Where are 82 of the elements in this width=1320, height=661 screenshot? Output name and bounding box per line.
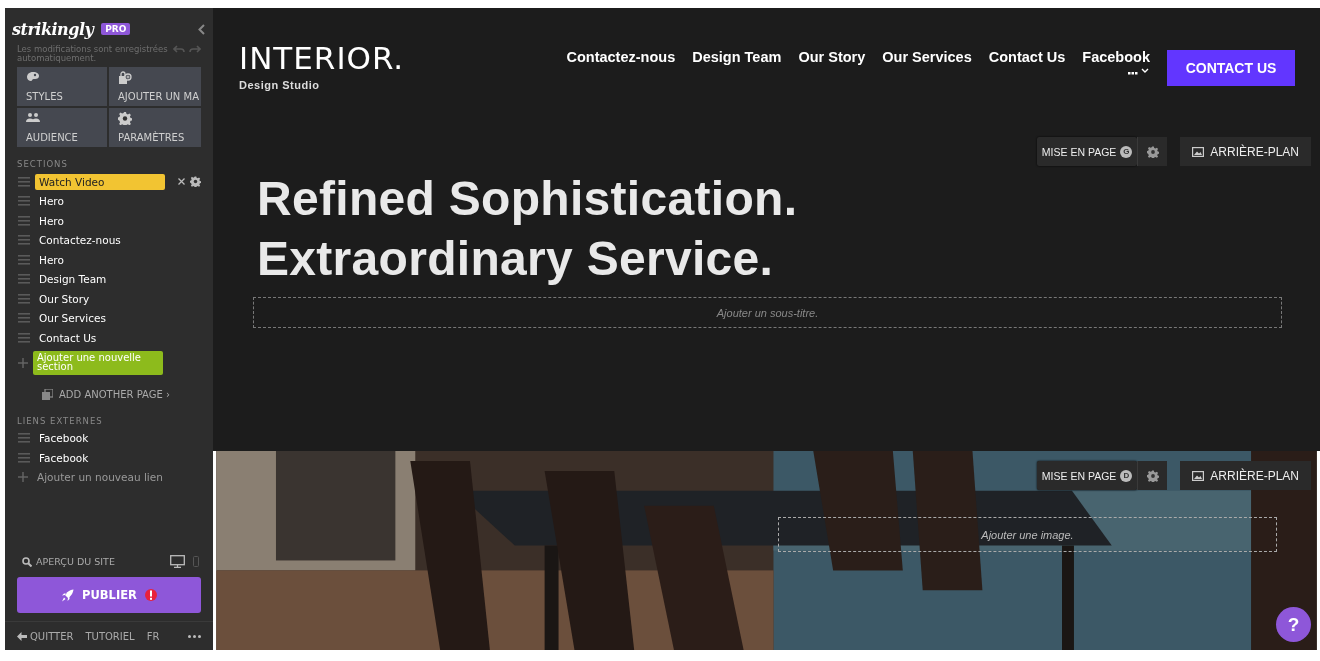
settings-button[interactable]	[1137, 461, 1168, 490]
desktop-icon	[170, 555, 185, 568]
publish-button[interactable]: PUBLIER	[17, 577, 201, 613]
drag-handle-icon	[18, 332, 30, 343]
section-heading: LIENS EXTERNES	[16, 414, 104, 428]
footer-link[interactable]: TUTORIEL	[85, 630, 135, 642]
image-icon	[1192, 470, 1205, 481]
nav-link[interactable]: Our Services	[882, 49, 972, 75]
rocket-icon	[61, 588, 75, 602]
section-item[interactable]: Hero	[35, 213, 68, 228]
footer-link[interactable]: FR	[146, 630, 160, 642]
drag-handle-icon	[18, 176, 30, 187]
drag-handle-icon	[18, 313, 30, 324]
shortcut-key: D	[1120, 469, 1133, 482]
autosave-note: Les modifications sont enregistrées automatiquement.	[17, 45, 169, 63]
people-icon	[26, 112, 40, 125]
undo-icon	[173, 45, 185, 53]
shortcut-key: G	[1120, 145, 1133, 158]
image-icon	[1192, 146, 1205, 157]
nav-link[interactable]: Facebook	[1082, 49, 1150, 65]
section-item[interactable]: Hero	[35, 194, 68, 209]
section-heading: SECTIONS	[16, 158, 69, 171]
mobile-icon	[193, 556, 199, 567]
close-icon	[178, 178, 185, 186]
plus-icon	[18, 357, 28, 368]
drag-handle-icon	[18, 433, 30, 444]
footer-link[interactable]: QUITTER	[17, 630, 74, 642]
redo-icon	[189, 45, 201, 53]
plus-icon	[18, 472, 28, 483]
layout-button[interactable]: MISE EN PAGE G	[1036, 137, 1138, 166]
nav-link[interactable]: Contactez-nous	[566, 49, 676, 75]
section-item[interactable]: Contact Us	[35, 330, 101, 345]
settings-icon	[1146, 469, 1159, 482]
preview-link[interactable]: APERÇU DU SITE	[22, 556, 115, 567]
section-item[interactable]: Contactez-nous	[35, 233, 125, 248]
drag-handle-icon	[18, 215, 30, 226]
logo: strikingly	[12, 19, 94, 39]
nav-link[interactable]: Contact Us	[988, 49, 1066, 75]
external-link-item[interactable]: Facebook	[35, 431, 93, 446]
section-item[interactable]: Hero	[35, 252, 68, 267]
layout-button[interactable]: MISE EN PAGE D	[1036, 461, 1138, 490]
add-page-link[interactable]: ADD ANOTHER PAGE ›	[42, 388, 170, 400]
background-button[interactable]: ARRIÈRE-PLAN	[1180, 137, 1311, 166]
settings-button[interactable]	[1137, 137, 1168, 166]
more-icon	[188, 634, 201, 638]
site-logo: INTERIOR.	[239, 42, 405, 74]
subtitle-field[interactable]: Ajouter un sous-titre.	[253, 297, 1282, 328]
alert-icon	[144, 588, 157, 602]
add-link-button[interactable]: Ajouter un nouveau lien	[33, 470, 167, 485]
settings-icon	[1146, 145, 1159, 158]
pages-icon	[42, 388, 53, 400]
tool-button[interactable]: PARAMÈTRES	[109, 108, 201, 147]
drag-handle-icon	[18, 274, 30, 285]
section-item[interactable]: Watch Video	[35, 173, 165, 190]
external-link-item[interactable]: Facebook	[35, 450, 93, 465]
site-tagline: Design Studio	[239, 79, 321, 91]
background-button[interactable]: ARRIÈRE-PLAN	[1180, 461, 1311, 490]
palette-icon	[26, 71, 40, 84]
pro-badge: PRO	[101, 23, 131, 35]
collapse-icon	[198, 23, 205, 35]
arrow-left-icon	[17, 631, 27, 641]
more-dropdown-icon	[1128, 67, 1150, 75]
bag-plus-icon	[118, 71, 132, 84]
hero-heading: Refined Sophistication. Extraordinary Service.	[257, 171, 798, 287]
section-item[interactable]: Design Team	[35, 272, 111, 287]
drag-handle-icon	[18, 235, 30, 246]
image-placeholder[interactable]: Ajouter une image.	[778, 517, 1277, 552]
drag-handle-icon	[18, 293, 30, 304]
drag-handle-icon	[18, 196, 30, 207]
settings-icon	[190, 176, 201, 188]
settings-icon	[118, 112, 132, 125]
drag-handle-icon	[18, 452, 30, 463]
tool-button[interactable]: AJOUTER UN MA	[109, 67, 201, 106]
search-icon	[22, 556, 32, 567]
drag-handle-icon	[18, 254, 30, 265]
tool-button[interactable]: AUDIENCE	[17, 108, 107, 147]
tool-button[interactable]: STYLES	[17, 67, 107, 106]
nav-link[interactable]: Our Story	[798, 49, 866, 75]
section-item[interactable]: Our Story	[35, 291, 94, 306]
contact-button[interactable]: CONTACT US	[1167, 50, 1295, 86]
nav-link[interactable]: Design Team	[692, 49, 782, 75]
section-item[interactable]: Our Services	[35, 311, 110, 326]
